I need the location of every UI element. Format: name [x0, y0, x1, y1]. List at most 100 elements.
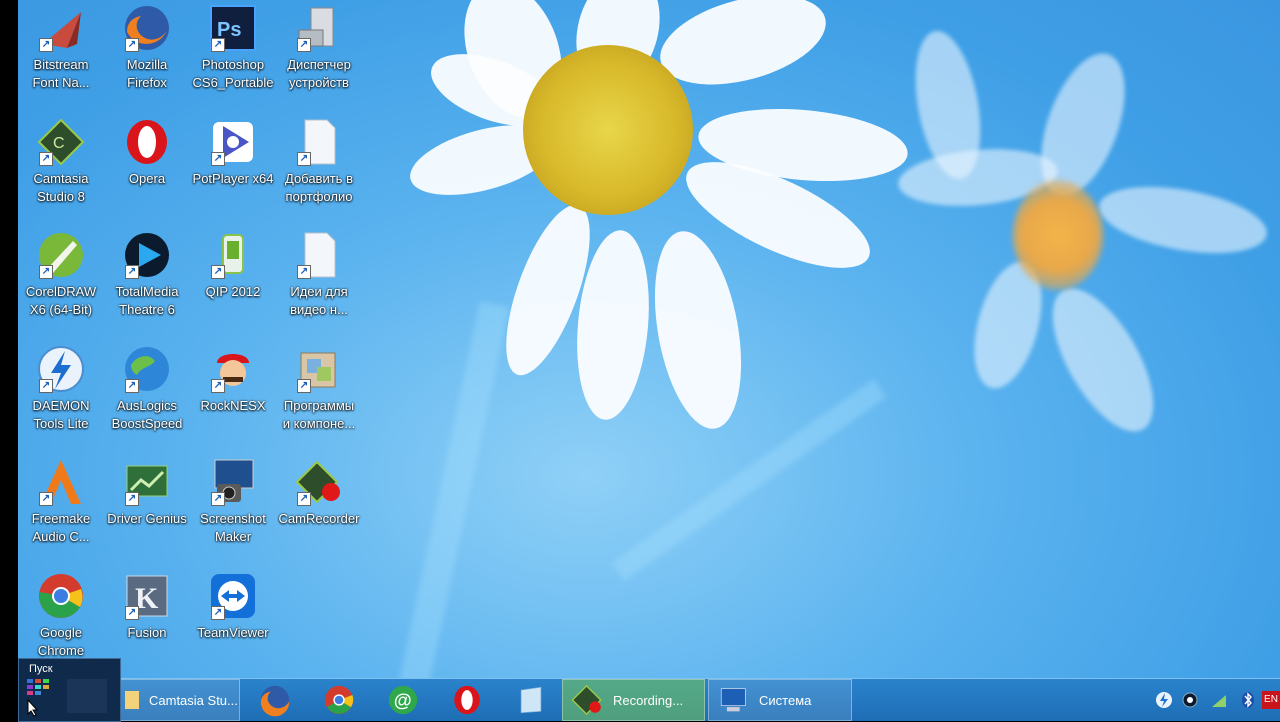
- icon-label: Идеи для видео н...: [290, 284, 348, 317]
- screenshot-maker-icon: ↗: [209, 458, 257, 506]
- flower-center: [523, 45, 693, 215]
- fusion-icon: K ↗: [123, 572, 171, 620]
- desktop-icon-mozilla-firefox[interactable]: ↗ Mozilla Firefox: [104, 0, 190, 110]
- font-navigator-icon: ↗: [37, 4, 85, 52]
- icon-label: TeamViewer: [197, 625, 269, 640]
- totalmedia-icon: ↗: [123, 231, 171, 279]
- desktop-icon-qip-2012[interactable]: ↗ QIP 2012: [190, 227, 276, 337]
- freemake-icon: ↗: [37, 458, 85, 506]
- icon-label: CamRecorder: [278, 511, 360, 526]
- icon-label: PotPlayer x64: [192, 171, 274, 186]
- network-tray-icon[interactable]: [1210, 691, 1228, 709]
- desktop-icon-camtasia-studio-8[interactable]: C ↗ Camtasia Studio 8: [18, 114, 104, 224]
- icon-label: Fusion: [127, 625, 167, 640]
- desktop-icon-screenshot-maker[interactable]: ↗ Screenshot Maker: [190, 454, 276, 564]
- camrecorder-icon: ↗: [295, 458, 343, 506]
- icon-label: CorelDRAW X6 (64-Bit): [25, 284, 97, 317]
- mouse-cursor-icon: [27, 699, 39, 717]
- bluetooth-icon[interactable]: [1239, 691, 1257, 709]
- qip-icon: ↗: [209, 231, 257, 279]
- icon-label: QIP 2012: [205, 284, 261, 299]
- taskbar-camtasia-folder[interactable]: Camtasia Stu...: [120, 679, 240, 721]
- desktop-icon-rocknesx[interactable]: ↗ RockNESX: [190, 341, 276, 451]
- opera-icon: [454, 685, 480, 715]
- taskbar-recording[interactable]: Recording...: [562, 679, 705, 721]
- system-icon: [720, 688, 746, 712]
- firefox-icon: [260, 685, 290, 717]
- icon-label: Bitstream Font Na...: [32, 57, 90, 90]
- icon-label: Photoshop CS6_Portable: [192, 57, 274, 90]
- opera-icon: [123, 118, 171, 166]
- taskbar-firefox[interactable]: [250, 679, 302, 721]
- start-label: Пуск: [29, 663, 53, 675]
- mario-icon: ↗: [209, 345, 257, 393]
- desktop-icon-add-to-portfolio[interactable]: ↗ Добавить в портфолио: [276, 114, 362, 224]
- language-icon[interactable]: EN: [1262, 691, 1280, 709]
- desktop-icon-daemon-tools[interactable]: ↗ DAEMON Tools Lite: [18, 341, 104, 451]
- desktop-icon-device-manager[interactable]: ↗ Диспетчер устройств: [276, 0, 362, 110]
- auslogics-icon: ↗: [123, 345, 171, 393]
- desktop-icon-programs-components[interactable]: ↗ Программы и компоне...: [276, 341, 362, 451]
- icon-label: Mozilla Firefox: [126, 57, 168, 90]
- icon-label: Диспетчер устройств: [287, 57, 351, 90]
- start-popup[interactable]: Пуск: [18, 658, 121, 722]
- svg-text:C: C: [53, 135, 65, 152]
- chrome-icon: [37, 572, 85, 620]
- camtasia-icon: C ↗: [37, 118, 85, 166]
- taskbar-chrome[interactable]: [314, 679, 366, 721]
- taskbar-label: Система: [759, 692, 812, 708]
- desktop-icon-teamviewer[interactable]: ↗ TeamViewer: [190, 568, 276, 678]
- start-tiles-icon: [27, 679, 107, 713]
- desktop-icon-video-ideas[interactable]: ↗ Идеи для видео н...: [276, 227, 362, 337]
- device-manager-icon: ↗: [295, 4, 343, 52]
- icon-label: Добавить в портфолио: [285, 171, 353, 204]
- icon-label: DAEMON Tools Lite: [32, 398, 90, 431]
- desktop-icon-totalmedia-theatre[interactable]: ↗ TotalMedia Theatre 6: [104, 227, 190, 337]
- folder-icon: [125, 691, 139, 709]
- daemon-tools-icon: ↗: [37, 345, 85, 393]
- glass-app-icon: [520, 686, 542, 714]
- desktop-icon-bitstream-font-navigator[interactable]: ↗ Bitstream Font Na...: [18, 0, 104, 110]
- potplayer-icon: ↗: [209, 118, 257, 166]
- taskbar-label: Camtasia Stu...: [149, 692, 238, 708]
- coreldraw-icon: ↗: [37, 231, 85, 279]
- icon-label: TotalMedia Theatre 6: [115, 284, 179, 317]
- desktop-icon-auslogics[interactable]: ↗ AusLogics BoostSpeed: [104, 341, 190, 451]
- taskbar-label: Recording...: [613, 692, 684, 708]
- icon-label: Программы и компоне...: [282, 398, 356, 431]
- icon-label: AusLogics BoostSpeed: [111, 398, 183, 431]
- desktop-icon-driver-genius[interactable]: ↗ Driver Genius: [104, 454, 190, 564]
- taskbar-glass-app[interactable]: [506, 679, 558, 721]
- media-tray-icon[interactable]: [1181, 691, 1199, 709]
- desktop-icon-freemake-audio[interactable]: ↗ Freemake Audio C...: [18, 454, 104, 564]
- taskbar-opera[interactable]: [442, 679, 494, 721]
- icon-label: Opera: [128, 171, 166, 186]
- driver-genius-icon: ↗: [123, 458, 171, 506]
- desktop-icon-camrecorder[interactable]: ↗ CamRecorder: [276, 454, 362, 564]
- taskbar: Camtasia Stu... @ Recording... Система E…: [18, 678, 1280, 721]
- desktop-icon-photoshop-cs6[interactable]: Ps ↗ Photoshop CS6_Portable: [190, 0, 276, 110]
- chrome-icon: [324, 685, 354, 715]
- file-icon: ↗: [295, 231, 343, 279]
- icon-label: RockNESX: [200, 398, 266, 413]
- firefox-icon: ↗: [123, 4, 171, 52]
- taskbar-system[interactable]: Система: [708, 679, 852, 721]
- teamviewer-icon: ↗: [209, 572, 257, 620]
- screen-left-edge: [0, 0, 18, 720]
- file-icon: ↗: [295, 118, 343, 166]
- svg-text:@: @: [394, 689, 412, 710]
- camtasia-recorder-icon: [571, 684, 602, 716]
- programs-icon: ↗: [295, 345, 343, 393]
- icon-label: Freemake Audio C...: [31, 511, 91, 544]
- icon-label: Driver Genius: [107, 511, 187, 526]
- icon-label: Google Chrome: [37, 625, 85, 658]
- taskbar-mail-agent[interactable]: @: [378, 679, 430, 721]
- mail-agent-icon: @: [388, 685, 418, 715]
- daemon-tray-icon[interactable]: [1155, 691, 1173, 709]
- icon-label: Camtasia Studio 8: [33, 171, 89, 204]
- desktop-icon-potplayer[interactable]: ↗ PotPlayer x64: [190, 114, 276, 224]
- photoshop-icon: Ps ↗: [209, 4, 257, 52]
- icon-label: Screenshot Maker: [200, 511, 266, 544]
- desktop-icon-opera[interactable]: Opera: [104, 114, 190, 224]
- desktop-icon-coreldraw[interactable]: ↗ CorelDRAW X6 (64-Bit): [18, 227, 104, 337]
